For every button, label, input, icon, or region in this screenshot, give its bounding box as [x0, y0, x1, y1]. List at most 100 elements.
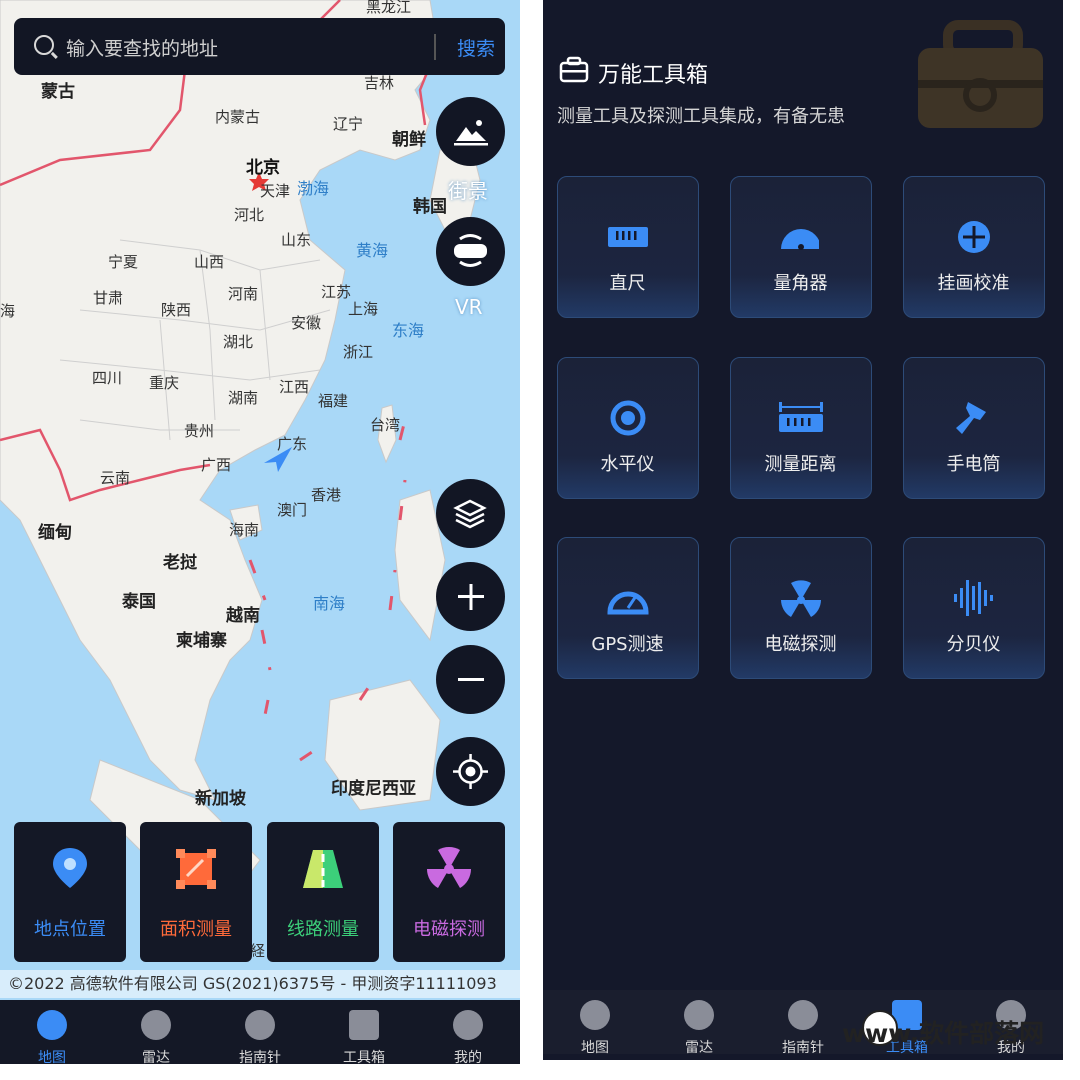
flashlight-icon: [956, 402, 986, 434]
toolbox-title: 万能工具箱: [598, 63, 709, 88]
map-label: 内蒙古: [215, 108, 261, 126]
protractor-icon: [781, 229, 819, 250]
tab-label: 地图: [38, 1050, 66, 1064]
map-label: 新加坡: [195, 789, 246, 809]
tool-em-detect[interactable]: 电磁探测: [730, 537, 872, 679]
tab-map[interactable]: 地图: [543, 990, 647, 1056]
tab-toolbox[interactable]: 工具箱: [312, 1000, 416, 1064]
search-input[interactable]: 输入要查找的地址: [66, 34, 218, 61]
mountain-image-icon: [454, 120, 488, 146]
tool-distance[interactable]: 测量距离: [730, 357, 872, 499]
layers-icon: [453, 499, 487, 529]
tool-level[interactable]: 水平仪: [557, 357, 699, 499]
map-label: 江苏: [321, 283, 352, 301]
radiation-icon: [781, 580, 821, 617]
tab-label: 我的: [454, 1050, 482, 1064]
map-label: 缅甸: [38, 523, 72, 543]
tab-profile[interactable]: 我的: [416, 1000, 520, 1064]
map-pin-tab-icon: [580, 1000, 610, 1030]
locate-button[interactable]: [436, 737, 505, 806]
map-label: 湖南: [228, 389, 259, 407]
map-label-sea: 东海: [392, 321, 425, 340]
map-label: 上海: [348, 300, 379, 318]
map-label: 黑龙江: [366, 0, 412, 16]
map-label: 浙江: [343, 343, 374, 361]
tab-map[interactable]: 地图: [0, 1000, 104, 1064]
map-label: 越南: [226, 606, 260, 626]
tool-flashlight[interactable]: 手电筒: [903, 357, 1045, 499]
tool-ruler[interactable]: 直尺: [557, 176, 699, 318]
tab-radar[interactable]: 雷达: [104, 1000, 208, 1064]
tab-label: 指南针: [239, 1050, 281, 1064]
tool-label: 水平仪: [600, 454, 655, 475]
radiation-icon: [427, 847, 471, 888]
tool-label: 量角器: [773, 273, 828, 294]
tool-label: 电磁探测: [764, 634, 837, 655]
search-bar[interactable]: 输入要查找的地址 搜索: [14, 18, 505, 75]
crosshair-icon: [958, 221, 990, 253]
map-label-capital: 北京: [246, 158, 280, 178]
map-label: 云南: [100, 469, 131, 487]
map-label: 河南: [228, 285, 259, 303]
map-label: 江西: [279, 378, 310, 396]
zoom-out-button[interactable]: [436, 645, 505, 714]
search-divider: [434, 34, 436, 60]
tool-picture-align[interactable]: 挂画校准: [903, 176, 1045, 318]
layers-button[interactable]: [436, 479, 505, 548]
area-measure-card-label: 面积测量: [160, 919, 232, 940]
tab-bar: 地图 雷达 指南针 工具箱 我的: [0, 1000, 520, 1064]
map-label: 台湾: [370, 416, 401, 434]
tool-decibel[interactable]: 分贝仪: [903, 537, 1045, 679]
toolbox-icon: [349, 1010, 379, 1040]
tab-label: 工具箱: [343, 1050, 385, 1064]
map-label: 澳门: [277, 501, 308, 519]
copyright-text: ©2022 高德软件有限公司 GS(2021)6375号 - 甲测资字11111…: [8, 974, 497, 993]
em-detect-card-label: 电磁探测: [413, 919, 485, 940]
search-button[interactable]: 搜索: [457, 34, 495, 61]
ruler-icon: [608, 227, 648, 247]
speedometer-icon: [607, 591, 649, 615]
zoom-in-button[interactable]: [436, 562, 505, 631]
distance-ruler-icon: [779, 402, 823, 432]
tab-label: 雷达: [142, 1050, 170, 1064]
tool-protractor[interactable]: 量角器: [730, 176, 872, 318]
tab-compass[interactable]: 指南针: [751, 990, 855, 1056]
vr-button[interactable]: [436, 217, 505, 286]
map-label: 福建: [318, 392, 349, 410]
location-card-label: 地点位置: [34, 919, 106, 940]
route-measure-card[interactable]: 线路测量: [267, 822, 379, 962]
street-view-button[interactable]: [436, 97, 505, 166]
map-label: 四川: [92, 369, 123, 387]
map-label: 老挝: [163, 553, 197, 573]
map-label: 吉林: [364, 74, 395, 92]
map-label: 柬埔寨: [176, 631, 227, 651]
profile-icon: [453, 1010, 483, 1040]
area-measure-card[interactable]: 面积测量: [140, 822, 252, 962]
tool-gps-speed[interactable]: GPS测速: [557, 537, 699, 679]
em-detect-card[interactable]: 电磁探测: [393, 822, 505, 962]
radar-icon: [684, 1000, 714, 1030]
map-label: 香港: [311, 486, 342, 504]
tab-radar[interactable]: 雷达: [647, 990, 751, 1056]
level-icon: [610, 400, 646, 436]
compass-icon: [245, 1010, 275, 1040]
site-watermark: www.软件部落网: [842, 1019, 1045, 1048]
map-copyright: ©2022 高德软件有限公司 GS(2021)6375号 - 甲测资字11111…: [0, 970, 520, 998]
map-label-sea: 黄海: [356, 241, 389, 260]
tool-label: 测量距离: [764, 454, 837, 475]
tool-label: 手电筒: [946, 454, 1001, 475]
map-label-sea: 南海: [313, 594, 346, 613]
tab-compass[interactable]: 指南针: [208, 1000, 312, 1064]
map-label: 山西: [194, 253, 225, 271]
sound-wave-icon: [954, 580, 993, 616]
plus-icon: [458, 584, 484, 610]
tab-label: 指南针: [782, 1040, 824, 1056]
map-label: 海南: [229, 521, 260, 539]
map-label: 朝鲜: [392, 130, 426, 150]
map-label: 山东: [281, 231, 312, 249]
location-card[interactable]: 地点位置: [14, 822, 126, 962]
tool-label: 挂画校准: [937, 273, 1010, 294]
map-pin-icon: [53, 848, 87, 888]
tab-label: 地图: [581, 1040, 609, 1056]
map-label: 経: [250, 942, 266, 960]
